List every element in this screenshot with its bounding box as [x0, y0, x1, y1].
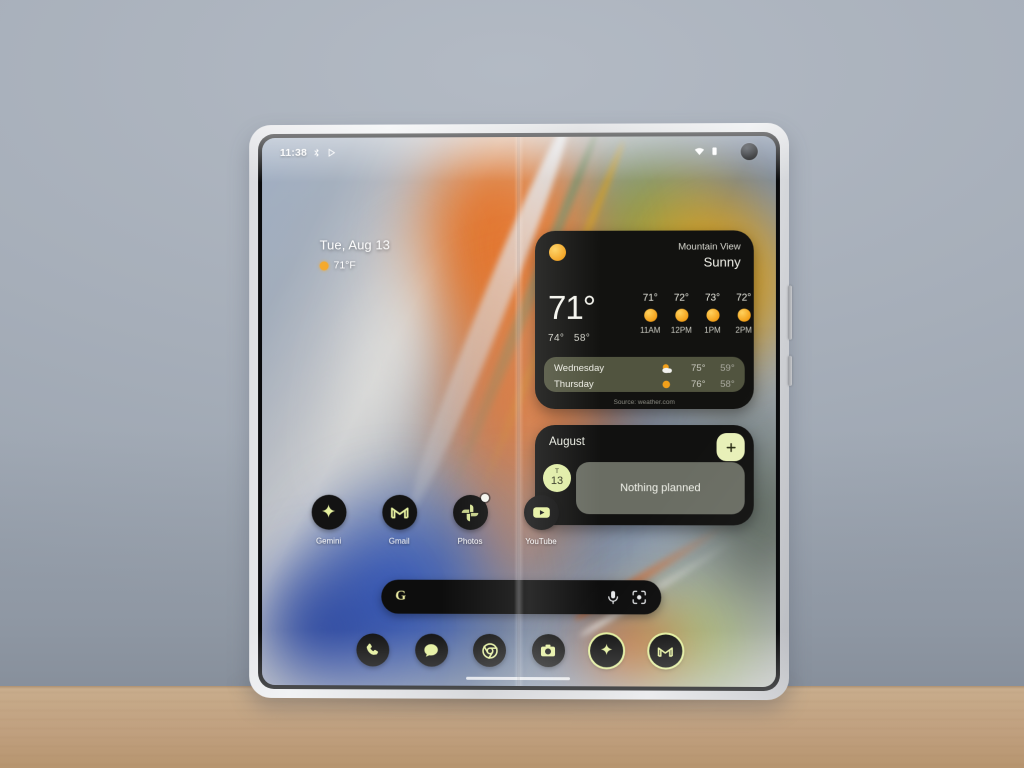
plus-icon	[724, 441, 737, 454]
home-gesture-pill[interactable]	[466, 676, 571, 681]
weather-location-block: Mountain View Sunny	[678, 241, 740, 269]
dock-chrome[interactable]	[473, 633, 507, 667]
status-bar-left: 11:38	[280, 147, 337, 159]
screen-bezel: 11:38 Tue, Aug 13 71°F Mountain View Sun…	[258, 131, 780, 692]
weather-low: 58°	[573, 332, 591, 344]
weather-hourly-forecast: 71° 11AM 72° 12PM 73° 1PM 72° 2PM	[639, 293, 754, 335]
microphone-icon[interactable]	[605, 589, 621, 605]
at-a-glance[interactable]: Tue, Aug 13 71°F	[319, 237, 391, 272]
calendar-empty-state: Nothing planned	[576, 462, 745, 515]
weather-daily-forecast: Wednesday 75° 59° Thursday 76° 58°	[544, 356, 745, 392]
google-lens-icon[interactable]	[631, 589, 647, 605]
power-button[interactable]	[788, 285, 793, 340]
app-gmail[interactable]: Gmail	[376, 494, 422, 546]
photo-scene: 11:38 Tue, Aug 13 71°F Mountain View Sun…	[0, 0, 1024, 768]
hourly-temp: 72°	[736, 292, 752, 304]
app-icon-row: Gemini Gmail Photos YouTube	[306, 493, 564, 546]
hourly-item: 72° 2PM	[733, 293, 754, 335]
front-camera-punch-hole	[740, 143, 758, 161]
app-label: Gemini	[315, 536, 342, 546]
sun-icon	[549, 243, 567, 261]
daily-row: Thursday 76° 58°	[544, 376, 745, 392]
weather-high: 74°	[548, 332, 565, 344]
gemini-sparkle-icon	[311, 494, 346, 530]
chrome-icon	[482, 642, 498, 659]
dock-messages[interactable]	[414, 633, 448, 667]
sun-icon	[319, 260, 329, 270]
wifi-icon	[694, 148, 705, 156]
app-gemini[interactable]: Gemini	[306, 494, 352, 546]
daily-low: 58°	[720, 378, 735, 390]
weather-current-block: 71° 74° 58°	[548, 288, 595, 344]
sun-icon	[737, 308, 751, 322]
gmail-m-icon	[657, 642, 675, 660]
weather-current-temp: 71°	[548, 288, 595, 326]
hourly-temp: 72°	[673, 292, 689, 304]
glance-temperature: 71°F	[333, 259, 356, 272]
weather-condition: Sunny	[703, 254, 741, 270]
calendar-date-chip: T 13	[543, 464, 572, 493]
bluetooth-icon	[315, 149, 320, 158]
hourly-time: 2PM	[735, 325, 752, 335]
gmail-m-icon	[381, 494, 417, 530]
sun-icon	[705, 308, 720, 322]
google-g-icon: G	[395, 588, 407, 604]
daily-row: Wednesday 75° 59°	[544, 360, 745, 376]
app-label: Photos	[457, 536, 483, 546]
weather-city: Mountain View	[678, 241, 741, 253]
status-bar[interactable]: 11:38	[262, 136, 776, 168]
hourly-temp: 73°	[704, 292, 721, 304]
daily-high: 76°	[691, 378, 706, 390]
search-input[interactable]	[406, 597, 595, 598]
app-label: Gmail	[388, 536, 410, 546]
glance-date: Tue, Aug 13	[319, 237, 391, 253]
sun-icon	[643, 308, 657, 322]
hourly-time: 12PM	[670, 325, 692, 335]
dock-camera[interactable]	[531, 634, 565, 668]
youtube-play-icon	[523, 495, 559, 531]
dock-gemini[interactable]	[590, 634, 624, 668]
chip-date: 13	[550, 475, 564, 488]
calendar-widget[interactable]: August T 13 Nothing planned	[535, 425, 754, 526]
dock-phone[interactable]	[356, 633, 390, 667]
app-photos[interactable]: Photos	[447, 493, 493, 546]
daily-high: 75°	[691, 362, 706, 374]
gemini-sparkle-icon	[600, 642, 612, 655]
daily-low: 59°	[720, 362, 735, 374]
app-youtube[interactable]: YouTube	[518, 495, 564, 546]
dock-gmail[interactable]	[649, 634, 683, 668]
weather-widget[interactable]: Mountain View Sunny 71° 74° 58° 71° 11AM…	[535, 230, 754, 409]
hourly-temp: 71°	[642, 292, 658, 304]
volume-button[interactable]	[788, 355, 793, 386]
google-search-bar[interactable]: G	[381, 579, 662, 615]
sun-icon	[662, 380, 671, 388]
dock	[356, 633, 683, 668]
weather-source: Source: weather.com	[613, 398, 675, 406]
calendar-month: August	[549, 436, 585, 449]
partly-cloudy-icon	[662, 363, 672, 373]
glance-weather: 71°F	[319, 259, 390, 272]
status-bar-right	[694, 146, 719, 156]
hourly-time: 1PM	[704, 325, 721, 335]
daily-day: Thursday	[554, 378, 594, 390]
google-photos-pinwheel-icon	[452, 493, 489, 530]
phone-handset-icon	[366, 643, 378, 655]
hourly-item: 71° 11AM	[639, 293, 661, 335]
weather-high-low: 74° 58°	[548, 333, 595, 344]
hourly-item: 72° 12PM	[670, 293, 692, 335]
status-bar-time: 11:38	[279, 146, 307, 159]
hourly-time: 11AM	[640, 325, 661, 335]
add-event-button[interactable]	[716, 433, 745, 462]
messages-bubble-icon	[425, 644, 439, 658]
daily-day: Wednesday	[554, 362, 605, 374]
app-label: YouTube	[525, 537, 557, 547]
sun-icon	[674, 308, 688, 322]
inner-display: 11:38 Tue, Aug 13 71°F Mountain View Sun…	[262, 135, 776, 688]
notification-badge	[480, 493, 489, 502]
hourly-item: 73° 1PM	[701, 293, 723, 335]
battery-icon	[712, 147, 717, 156]
camera-icon	[541, 643, 556, 656]
foldable-phone-device: 11:38 Tue, Aug 13 71°F Mountain View Sun…	[249, 122, 793, 701]
cast-icon	[329, 149, 337, 158]
